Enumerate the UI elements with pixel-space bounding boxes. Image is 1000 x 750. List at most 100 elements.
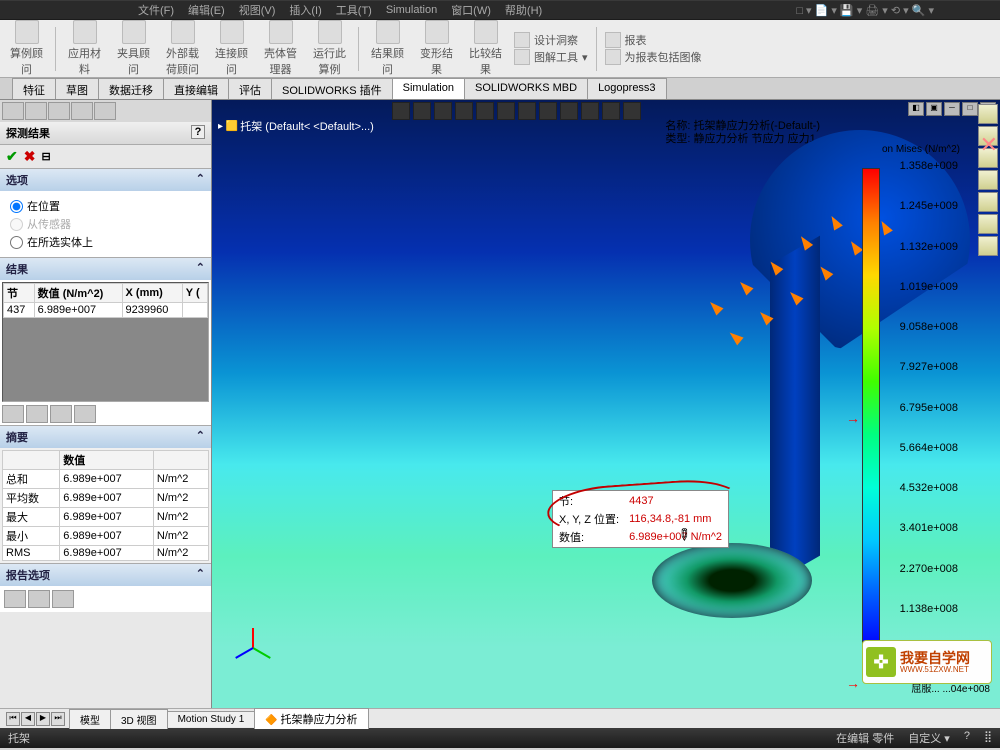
watermark-logo-icon: ✜ (866, 647, 896, 677)
option-on-entity-label: 在所选实体上 (27, 234, 93, 250)
results-tool-1[interactable] (2, 405, 24, 423)
design-insight-button[interactable]: 设计洞察 (514, 32, 588, 48)
status-custom[interactable]: 自定义 ▾ (908, 730, 950, 746)
panel-tab-5[interactable] (94, 102, 116, 120)
tab-logopress[interactable]: Logopress3 (587, 78, 667, 99)
panel-tab-1[interactable] (2, 102, 24, 120)
tab-nav-last[interactable]: ⏭ (51, 712, 65, 726)
bottom-tab-motion[interactable]: Motion Study 1 (167, 711, 256, 727)
probe-tooltip: 节:4437 X, Y, Z 位置:116,34.8,-81 mm 数值:6.9… (552, 490, 729, 548)
close-x-icon[interactable]: ✕ (980, 132, 998, 158)
results-tool-2[interactable] (26, 405, 48, 423)
model-hole (652, 543, 812, 618)
tab-nav-first[interactable]: ⏮ (6, 712, 20, 726)
connection-advisor-button[interactable]: 连接顾 问 (211, 20, 252, 77)
results-tool-3[interactable] (50, 405, 72, 423)
tab-direct-edit[interactable]: 直接编辑 (163, 78, 229, 99)
panel-tab-2[interactable] (25, 102, 47, 120)
quick-access-toolbar[interactable]: □ ▾ 📄 ▾ 💾 ▾ 🖨 ▾ ⟲ ▾ 🔍 ▾ (790, 2, 940, 19)
legend-values: 1.358e+0091.245e+0091.132e+009 1.019e+00… (900, 160, 958, 655)
menu-insert[interactable]: 插入(I) (283, 0, 327, 20)
summary-table: 数值 总和6.989e+007N/m^2 平均数6.989e+007N/m^2 … (2, 450, 209, 561)
viewport-tab-2[interactable]: ▣ (926, 102, 942, 116)
bottom-tabs: ⏮ ◀ ▶ ⏭ 模型 3D 视图 Motion Study 1 🔶 托架静应力分… (0, 708, 1000, 728)
results-table[interactable]: 节数值 (N/m^2)X (mm)Y ( 4376.989e+007923996… (2, 282, 209, 402)
viewport-min[interactable]: ─ (944, 102, 960, 116)
plot-tools-button[interactable]: 图解工具 ▾ (514, 49, 588, 65)
results-header[interactable]: 结果⌃ (0, 258, 211, 280)
pin-button[interactable]: ⊟ (41, 150, 50, 163)
panel-tab-3[interactable] (48, 102, 70, 120)
tab-simulation[interactable]: Simulation (392, 78, 465, 99)
apply-material-button[interactable]: 应用材 料 (64, 20, 105, 77)
run-study-button[interactable]: 运行此 算例 (309, 20, 350, 77)
cancel-button[interactable]: ✖ (24, 148, 36, 165)
tab-mbd[interactable]: SOLIDWORKS MBD (464, 78, 588, 99)
tab-nav-prev[interactable]: ◀ (21, 712, 35, 726)
tab-sketch[interactable]: 草图 (55, 78, 99, 99)
menu-file[interactable]: 文件(F) (132, 0, 180, 20)
status-help-icon[interactable]: ? (964, 730, 970, 746)
panel-tab-4[interactable] (71, 102, 93, 120)
tab-nav-next[interactable]: ▶ (36, 712, 50, 726)
option-from-sensor-label: 从传感器 (27, 216, 71, 232)
menu-simulation[interactable]: Simulation (380, 2, 443, 18)
menu-view[interactable]: 视图(V) (233, 0, 282, 20)
fixture-advisor-button[interactable]: 夹具顾 问 (113, 20, 154, 77)
status-bar: 托架 在编辑 零件 自定义 ▾ ? ⣿ (0, 728, 1000, 748)
status-model: 托架 (8, 730, 30, 746)
taskpane-home-icon[interactable] (978, 104, 998, 124)
feature-tree-root[interactable]: ▸ 🟨 托架 (Default< <Default>...) (218, 118, 374, 134)
bottom-tab-study[interactable]: 🔶 托架静应力分析 (254, 708, 368, 729)
bottom-tab-3dview[interactable]: 3D 视图 (110, 709, 168, 729)
report-tool-1[interactable] (4, 590, 26, 608)
menu-bar: 文件(F) 编辑(E) 视图(V) 插入(I) 工具(T) Simulation… (0, 1, 1000, 19)
tab-evaluate[interactable]: 评估 (228, 78, 272, 99)
bottom-tab-model[interactable]: 模型 (69, 709, 111, 729)
summary-header[interactable]: 摘要⌃ (0, 426, 211, 448)
report-button[interactable]: 报表 (605, 32, 702, 48)
results-tool-4[interactable] (74, 405, 96, 423)
option-at-location[interactable] (10, 200, 23, 213)
view-triad[interactable] (232, 608, 272, 648)
menu-window[interactable]: 窗口(W) (445, 0, 497, 20)
tab-data-migration[interactable]: 数据迁移 (98, 78, 164, 99)
report-tool-2[interactable] (28, 590, 50, 608)
options-header[interactable]: 选项⌃ (0, 169, 211, 191)
study-advisor-button[interactable]: 算例顾 问 (6, 20, 47, 77)
viewport-max[interactable]: □ (962, 102, 978, 116)
shell-manager-button[interactable]: 壳体管 理器 (260, 20, 301, 77)
viewport-heads-up-toolbar[interactable] (392, 102, 641, 120)
legend-title: on Mises (N/m^2) (882, 144, 960, 155)
taskpane-view-icon[interactable] (978, 192, 998, 212)
legend-marker-arrow: → (846, 410, 860, 426)
menu-help[interactable]: 帮助(H) (499, 0, 548, 20)
tab-features[interactable]: 特征 (12, 78, 56, 99)
panel-help-button[interactable]: ? (191, 125, 205, 139)
yield-marker-arrow: → (846, 675, 860, 691)
task-pane[interactable] (978, 104, 998, 256)
ok-button[interactable]: ✔ (6, 148, 18, 165)
option-on-entity[interactable] (10, 236, 23, 249)
include-image-button[interactable]: 为报表包括图像 (605, 49, 702, 65)
menu-edit[interactable]: 编辑(E) (182, 0, 231, 20)
report-tool-3[interactable] (52, 590, 74, 608)
option-from-sensor (10, 218, 23, 231)
deform-button[interactable]: 变形结 果 (416, 20, 457, 77)
taskpane-custom-icon[interactable] (978, 236, 998, 256)
viewport-tab-1[interactable]: ◧ (908, 102, 924, 116)
taskpane-appearance-icon[interactable] (978, 214, 998, 234)
compare-button[interactable]: 比较结 果 (465, 20, 506, 77)
property-panel: 探测结果? ✔ ✖ ⊟ 选项⌃ 在位置 从传感器 在所选实体上 结果⌃ 节数值 … (0, 100, 212, 708)
menu-tools[interactable]: 工具(T) (330, 0, 378, 20)
result-advisor-button[interactable]: 结果顾 问 (367, 20, 408, 77)
load-advisor-button[interactable]: 外部载 荷顾问 (162, 20, 203, 77)
3d-viewport[interactable]: ◧ ▣ ─ □ ✕ ▸ 🟨 托架 (Default< <Default>...)… (212, 100, 1000, 708)
tab-addins[interactable]: SOLIDWORKS 插件 (271, 78, 393, 99)
legend-gradient (862, 168, 880, 648)
report-options-header[interactable]: 报告选项⌃ (0, 564, 211, 586)
plot-info: 名称: 托架静应力分析(-Default-)类型: 静应力分析 节应力 应力1 (665, 120, 820, 146)
panel-title: 探测结果? (0, 122, 211, 145)
command-tabs: 特征 草图 数据迁移 直接编辑 评估 SOLIDWORKS 插件 Simulat… (0, 78, 1000, 100)
taskpane-explorer-icon[interactable] (978, 170, 998, 190)
